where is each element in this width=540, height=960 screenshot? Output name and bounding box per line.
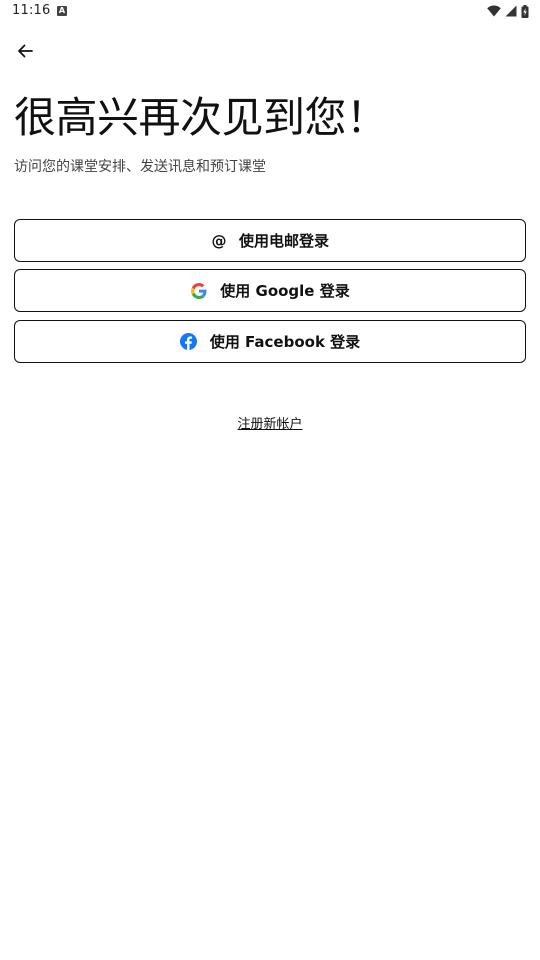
page-subtitle: 访问您的课堂安排、发送讯息和预订课堂 — [14, 159, 266, 175]
cell-signal-icon — [505, 5, 517, 17]
status-time: 11:16 — [12, 3, 51, 18]
facebook-login-button[interactable]: 使用 Facebook 登录 — [14, 320, 526, 363]
facebook-icon — [180, 333, 198, 351]
page-title: 很高兴再次见到您！ — [14, 93, 388, 142]
wifi-icon — [487, 5, 501, 17]
status-icons — [487, 4, 529, 18]
login-screen: 11:16 A 很高兴再次见到您！ 访问您的课堂安排、发送讯息和预订课堂 @ 使… — [0, 0, 540, 960]
status-bar: 11:16 A — [0, 0, 540, 24]
register-link[interactable]: 注册新帐户 — [237, 417, 302, 432]
arrow-left-icon — [18, 44, 33, 58]
google-icon — [190, 282, 208, 300]
email-login-label: 使用电邮登录 — [238, 232, 329, 250]
facebook-login-label: 使用 Facebook 登录 — [209, 333, 361, 351]
back-button[interactable] — [12, 38, 38, 64]
keyboard-indicator-icon: A — [57, 6, 67, 16]
battery-charging-icon — [521, 4, 529, 18]
google-login-button[interactable]: 使用 Google 登录 — [14, 269, 526, 312]
at-icon: @ — [211, 231, 227, 250]
google-login-label: 使用 Google 登录 — [220, 282, 350, 300]
register-link-container: 注册新帐户 — [0, 413, 540, 432]
email-login-button[interactable]: @ 使用电邮登录 — [14, 219, 526, 262]
